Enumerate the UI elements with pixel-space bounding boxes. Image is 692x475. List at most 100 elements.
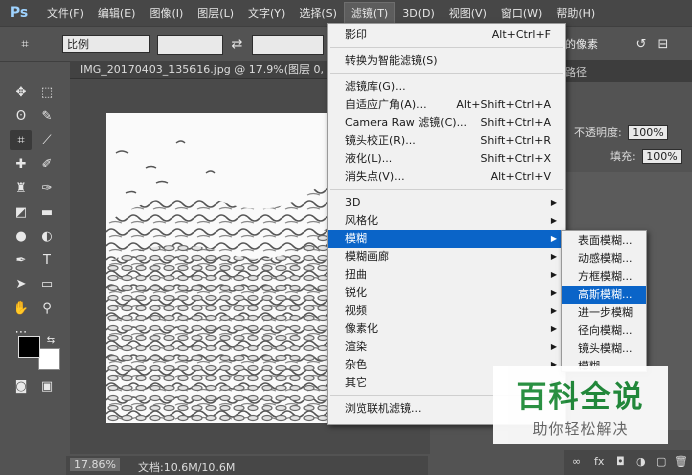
watermark-subtitle: 助你轻松解决	[532, 420, 629, 438]
lasso-tool-icon[interactable]: ʘ	[10, 106, 32, 126]
hand-tool-icon[interactable]: ✋	[10, 298, 32, 318]
zoom-level[interactable]: 17.86%	[70, 458, 120, 471]
menu-type[interactable]: 文字(Y)	[241, 2, 292, 24]
submenu-item-box-blur[interactable]: 方框模糊...	[562, 268, 646, 286]
menu-separator	[330, 73, 563, 74]
submenu-item-lens-blur[interactable]: 镜头模糊...	[562, 340, 646, 358]
ratio-height-input[interactable]	[252, 35, 324, 55]
type-tool-icon[interactable]: T	[36, 250, 58, 270]
filter-menu: 影印 Alt+Ctrl+F 转换为智能滤镜(S) 滤镜库(G)... 自适应广角(…	[327, 23, 566, 425]
zoom-tool-icon[interactable]: ⚲	[36, 298, 58, 318]
adjustment-icon[interactable]: ◑	[636, 455, 646, 468]
new-layer-icon[interactable]: ▢	[656, 455, 666, 468]
menu-image[interactable]: 图像(I)	[142, 2, 190, 24]
menu-item-distort[interactable]: 扭曲 ▶	[328, 266, 565, 284]
menu-select[interactable]: 选择(S)	[292, 2, 344, 24]
opacity-row: 不透明度: 100%	[574, 124, 668, 140]
mask-icon[interactable]: ◘	[616, 455, 625, 468]
menu-item-lens-correction[interactable]: 镜头校正(R)... Shift+Ctrl+R	[328, 132, 565, 150]
gradient-tool-icon[interactable]: ▬	[36, 202, 58, 222]
trash-icon[interactable]: 🗑	[674, 455, 688, 468]
screen-mode-icon[interactable]: ▣	[36, 376, 58, 396]
opacity-label: 不透明度:	[574, 126, 622, 139]
history-brush-tool-icon[interactable]: ✑	[36, 178, 58, 198]
eyedropper-tool-icon[interactable]: ⟋	[36, 130, 58, 150]
menu-item-3d[interactable]: 3D ▶	[328, 194, 565, 212]
menu-item-last-filter[interactable]: 影印 Alt+Ctrl+F	[328, 26, 565, 44]
menu-window[interactable]: 窗口(W)	[494, 2, 549, 24]
menu-view[interactable]: 视图(V)	[442, 2, 494, 24]
healing-brush-tool-icon[interactable]: ✚	[10, 154, 32, 174]
stamp-tool-icon[interactable]: ♜	[10, 178, 32, 198]
ratio-select[interactable]: 比例	[62, 35, 150, 53]
quick-mask-icon[interactable]: ◙	[10, 376, 32, 396]
brush-tool-icon[interactable]: ✐	[36, 154, 58, 174]
move-tool-icon[interactable]: ✥	[10, 82, 32, 102]
watermark-title: 百科全说	[516, 380, 645, 415]
menu-item-adaptive-wide-angle[interactable]: 自适应广角(A)... Alt+Shift+Ctrl+A	[328, 96, 565, 114]
menu-item-vanishing-point[interactable]: 消失点(V)... Alt+Ctrl+V	[328, 168, 565, 186]
pen-tool-icon[interactable]: ✒	[10, 250, 32, 270]
ratio-width-input[interactable]	[157, 35, 223, 55]
rectangle-tool-icon[interactable]: ▭	[36, 274, 58, 294]
menu-layer[interactable]: 图层(L)	[190, 2, 241, 24]
submenu-arrow-icon: ▶	[550, 270, 557, 279]
menu-item-video[interactable]: 视频 ▶	[328, 302, 565, 320]
crop-tool-selected-icon[interactable]: ⌗	[10, 130, 32, 150]
eraser-tool-icon[interactable]: ◩	[10, 202, 32, 222]
submenu-arrow-icon: ▶	[550, 288, 557, 297]
submenu-item-motion-blur[interactable]: 动感模糊...	[562, 250, 646, 268]
menu-item-camera-raw[interactable]: Camera Raw 滤镜(C)... Shift+Ctrl+A	[328, 114, 565, 132]
foreground-color-swatch[interactable]	[18, 336, 40, 358]
submenu-item-blur-more[interactable]: 进一步模糊	[562, 304, 646, 322]
menu-edit[interactable]: 编辑(E)	[91, 2, 143, 24]
document-canvas[interactable]	[106, 113, 332, 423]
fill-label: 填充:	[610, 150, 636, 163]
submenu-arrow-icon: ▶	[550, 324, 557, 333]
fill-row: 填充: 100%	[610, 148, 682, 164]
menu-item-sharpen[interactable]: 锐化 ▶	[328, 284, 565, 302]
menu-file[interactable]: 文件(F)	[40, 2, 91, 24]
menu-item-blur-gallery[interactable]: 模糊画廊 ▶	[328, 248, 565, 266]
document-size: 文档:10.6M/10.6M	[138, 461, 236, 474]
status-bar: 17.86% 文档:10.6M/10.6M	[66, 456, 428, 475]
background-color-swatch[interactable]	[38, 348, 60, 370]
submenu-arrow-icon: ▶	[550, 198, 557, 207]
embossed-image	[106, 113, 332, 423]
fx-icon[interactable]: fx	[594, 455, 604, 468]
submenu-item-radial-blur[interactable]: 径向模糊...	[562, 322, 646, 340]
menu-3d[interactable]: 3D(D)	[395, 4, 442, 23]
toolbox: ✥ ⬚ ʘ ✎ ⌗ ⟋ ✚ ✐ ♜ ✑ ◩ ▬ ● ◐ ✒ T ➤ ▭ ✋ ⚲ …	[8, 78, 64, 408]
crop-tool-icon[interactable]: ⌗	[14, 34, 36, 54]
menu-item-stylize[interactable]: 风格化 ▶	[328, 212, 565, 230]
menu-item-render[interactable]: 渲染 ▶	[328, 338, 565, 356]
menu-item-convert-smart-filter[interactable]: 转换为智能滤镜(S)	[328, 52, 565, 70]
submenu-item-gaussian-blur[interactable]: 高斯模糊...	[562, 286, 646, 304]
submenu-item-surface-blur[interactable]: 表面模糊...	[562, 232, 646, 250]
link-layers-icon[interactable]: ∞	[572, 455, 581, 468]
submenu-arrow-icon: ▶	[550, 234, 557, 243]
dodge-tool-icon[interactable]: ◐	[36, 226, 58, 246]
submenu-arrow-icon: ▶	[550, 252, 557, 261]
watermark: 百科全说 助你轻松解决	[493, 366, 668, 444]
fill-input[interactable]: 100%	[642, 149, 682, 164]
menu-item-filter-gallery[interactable]: 滤镜库(G)...	[328, 78, 565, 96]
menu-item-blur[interactable]: 模糊 ▶	[328, 230, 565, 248]
menu-filter[interactable]: 滤镜(T)	[343, 2, 396, 24]
swap-colors-icon[interactable]: ⇆	[40, 330, 62, 350]
opacity-input[interactable]: 100%	[628, 125, 668, 140]
menu-item-liquify[interactable]: 液化(L)... Shift+Ctrl+X	[328, 150, 565, 168]
menu-help[interactable]: 帮助(H)	[549, 2, 602, 24]
submenu-arrow-icon: ▶	[550, 342, 557, 351]
quick-select-tool-icon[interactable]: ✎	[36, 106, 58, 126]
reset-icon[interactable]: ↺	[630, 34, 652, 54]
path-select-tool-icon[interactable]: ➤	[10, 274, 32, 294]
blur-submenu: 表面模糊... 动感模糊... 方框模糊... 高斯模糊... 进一步模糊 径向…	[561, 230, 647, 372]
blur-tool-icon[interactable]: ●	[10, 226, 32, 246]
paths-tab[interactable]: 路径	[565, 64, 587, 80]
marquee-tool-icon[interactable]: ⬚	[36, 82, 58, 102]
photoshop-logo: Ps	[9, 5, 29, 21]
swap-icon[interactable]: ⇄	[226, 34, 248, 54]
overlay-icon[interactable]: ⊟	[652, 34, 674, 54]
menu-item-pixelate[interactable]: 像素化 ▶	[328, 320, 565, 338]
